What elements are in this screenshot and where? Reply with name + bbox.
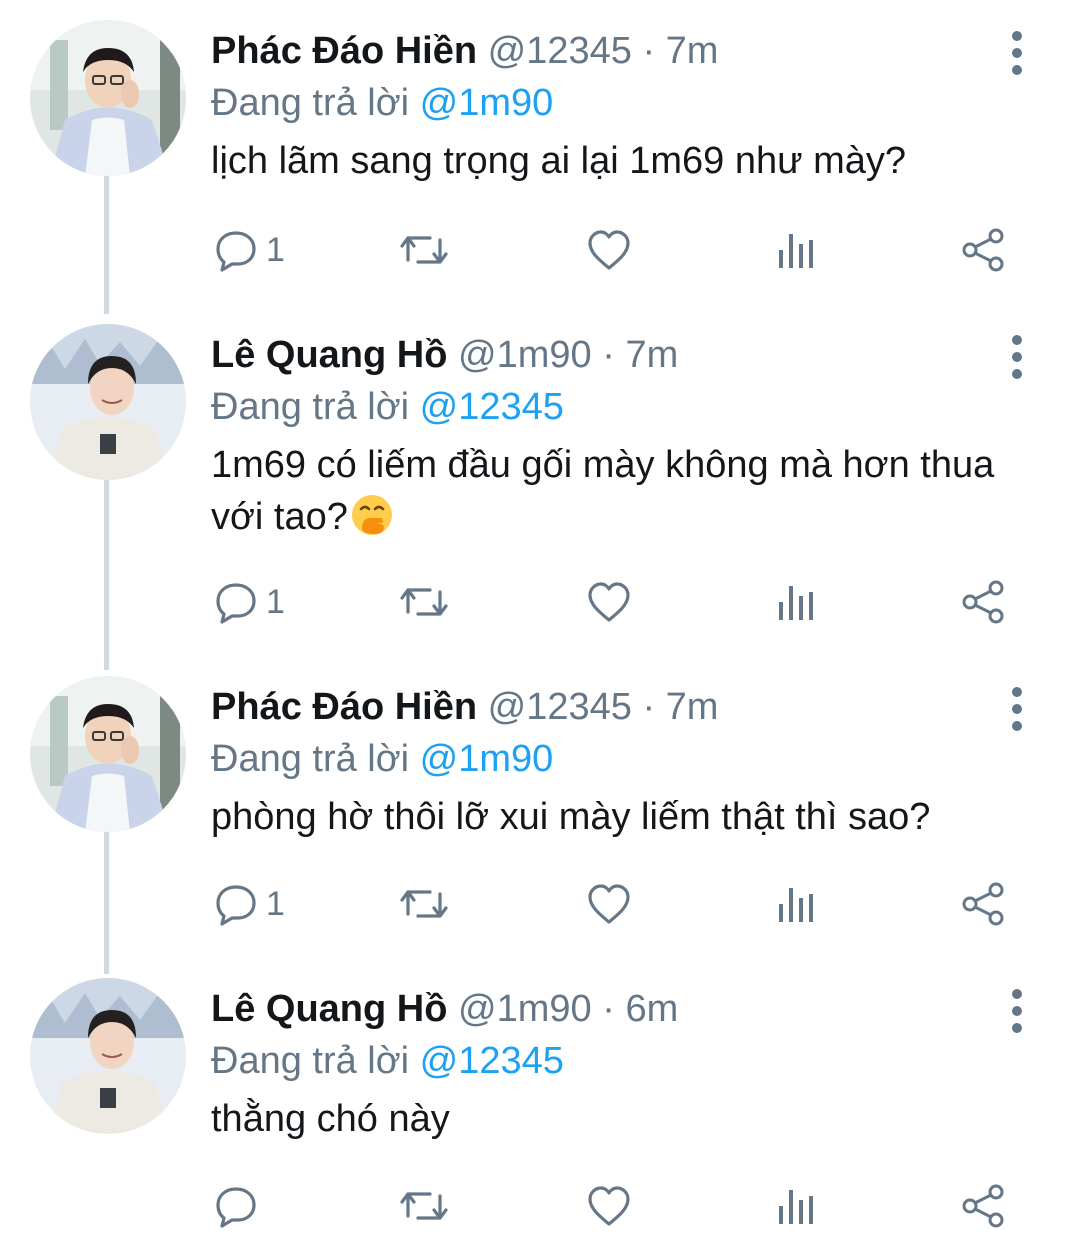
tweet[interactable]: Lê Quang Hồ @1m90 · 6m Đang trả lời @123… [0,978,1080,1240]
share-icon [962,882,1004,926]
tweet-actions: 1 [0,220,1080,280]
tweet[interactable]: Phác Đáo Hiền @12345 · 7m Đang trả lời @… [0,20,1080,290]
author-name[interactable]: Lê Quang Hồ [211,988,447,1030]
tweet-text: lịch lãm sang trọng ai lại 1m69 như mày? [211,140,907,182]
retweet-icon [400,236,448,264]
share-icon [962,580,1004,624]
retweet-button[interactable] [398,572,450,632]
retweet-button[interactable] [398,220,450,280]
tweet[interactable]: Phác Đáo Hiền @12345 · 7m Đang trả lời @… [0,676,1080,946]
author-handle[interactable]: @1m90 [458,988,592,1030]
reply-count: 1 [266,582,285,621]
reply-button[interactable]: 1 [214,874,285,934]
replying-to: Đang trả lời @1m90 [211,78,553,128]
share-button[interactable] [960,874,1006,934]
replying-to: Đang trả lời @12345 [211,382,564,432]
tweet-text: phòng hờ thôi lỡ xui mày liếm thật thì s… [211,796,931,838]
replying-to: Đang trả lời @1m90 [211,734,553,784]
author-name[interactable]: Lê Quang Hồ [211,334,447,376]
analytics-icon [779,1190,813,1224]
share-button[interactable] [960,220,1006,280]
author-handle[interactable]: @12345 [488,686,632,728]
analytics-button[interactable] [776,874,816,934]
like-icon [588,230,630,270]
timestamp[interactable]: 7m [666,686,719,728]
mention-link[interactable]: @1m90 [420,738,554,780]
retweet-button[interactable] [398,1176,450,1236]
more-options-icon[interactable] [1002,684,1032,734]
share-icon [962,228,1004,272]
tweet-header: Lê Quang Hồ @1m90 · 7m [211,330,678,380]
tweet-header: Lê Quang Hồ @1m90 · 6m [211,984,678,1034]
analytics-icon [779,586,813,620]
separator-dot: · [642,30,656,72]
mention-link[interactable]: @1m90 [420,82,554,124]
like-button[interactable] [586,874,632,934]
reply-count: 1 [266,230,285,269]
tweet-actions: 1 [0,572,1080,632]
tweet-text: thằng chó này [211,1098,450,1140]
replying-to-label: Đang trả lời [211,386,420,428]
timestamp[interactable]: 7m [666,30,719,72]
analytics-icon [779,888,813,922]
more-options-icon[interactable] [1002,332,1032,382]
separator-dot: · [642,686,656,728]
avatar[interactable] [30,676,186,832]
reply-button[interactable]: 1 [214,220,285,280]
analytics-button[interactable] [776,220,816,280]
tweet-header: Phác Đáo Hiền @12345 · 7m [211,682,718,732]
retweet-icon [400,890,448,918]
author-handle[interactable]: @1m90 [458,334,592,376]
reply-button[interactable]: 1 [214,572,285,632]
reply-icon [216,885,256,926]
reply-icon [216,1187,256,1228]
reply-icon [216,231,256,272]
like-button[interactable] [586,220,632,280]
replying-to: Đang trả lời @12345 [211,1036,564,1086]
retweet-icon [400,588,448,616]
timestamp[interactable]: 6m [625,988,678,1030]
like-icon [588,1186,630,1226]
tweet[interactable]: Lê Quang Hồ @1m90 · 7m Đang trả lời @123… [0,324,1080,654]
replying-to-label: Đang trả lời [211,1040,420,1082]
tweet-actions: 1 [0,874,1080,934]
tweet-text-content: 1m69 có liếm đầu gối mày không mà hơn th… [211,444,995,538]
tweet-thread: Phác Đáo Hiền @12345 · 7m Đang trả lời @… [0,0,1080,1243]
like-button[interactable] [586,572,632,632]
analytics-button[interactable] [776,1176,816,1236]
like-icon [588,884,630,924]
like-icon [588,582,630,622]
avatar[interactable] [30,324,186,480]
author-handle[interactable]: @12345 [488,30,632,72]
more-options-icon[interactable] [1002,986,1032,1036]
replying-to-label: Đang trả lời [211,738,420,780]
share-button[interactable] [960,572,1006,632]
like-button[interactable] [586,1176,632,1236]
share-button[interactable] [960,1176,1006,1236]
replying-to-label: Đang trả lời [211,82,420,124]
author-name[interactable]: Phác Đáo Hiền [211,30,477,72]
face-with-hand-over-mouth-emoji [350,493,394,537]
tweet-actions [0,1176,1080,1236]
mention-link[interactable]: @12345 [420,1040,564,1082]
more-options-icon[interactable] [1002,28,1032,78]
tweet-header: Phác Đáo Hiền @12345 · 7m [211,26,718,76]
separator-dot: · [602,334,615,376]
retweet-icon [400,1192,448,1220]
analytics-icon [779,234,813,268]
avatar[interactable] [30,20,186,176]
reply-count: 1 [266,884,285,923]
timestamp[interactable]: 7m [625,334,678,376]
share-icon [962,1184,1004,1228]
retweet-button[interactable] [398,874,450,934]
mention-link[interactable]: @12345 [420,386,564,428]
author-name[interactable]: Phác Đáo Hiền [211,686,477,728]
analytics-button[interactable] [776,572,816,632]
tweet-text: 1m69 có liếm đầu gối mày không mà hơn th… [211,439,1031,543]
reply-icon [216,583,256,624]
avatar[interactable] [30,978,186,1134]
reply-button[interactable] [214,1176,266,1236]
separator-dot: · [602,988,615,1030]
